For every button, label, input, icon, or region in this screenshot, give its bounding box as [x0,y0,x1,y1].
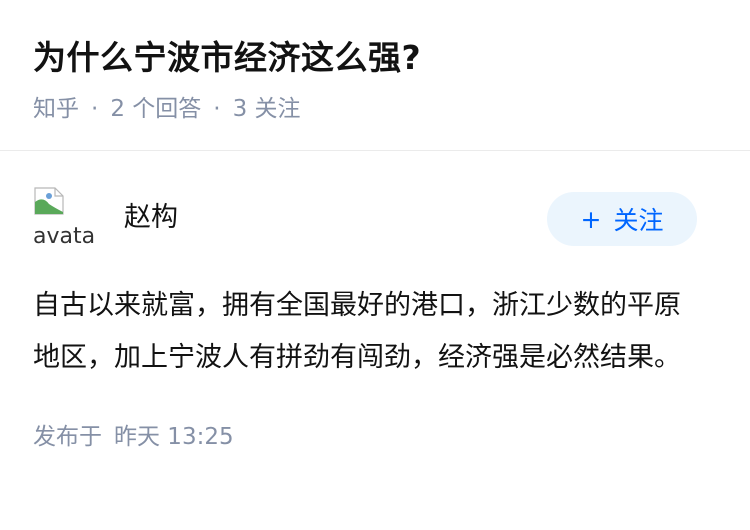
broken-image-icon [34,187,64,215]
question-header: 为什么宁波市经济这么强? 知乎 · 2 个回答 · 3 关注 [33,32,723,126]
avatar[interactable]: avatar [33,186,97,250]
plus-icon: + [580,204,602,234]
answer-count[interactable]: 2 个回答 [110,96,201,122]
follow-button-label: 关注 [613,206,664,235]
author-name[interactable]: 赵构 [124,198,178,238]
question-meta: 知乎 · 2 个回答 · 3 关注 [33,92,723,126]
follower-count[interactable]: 3 关注 [233,96,301,122]
author-row: avatar 赵构 + 关注 [33,186,723,250]
publish-prefix: 发布于 [33,424,102,450]
divider [0,150,750,151]
follow-button[interactable]: + 关注 [547,192,697,246]
question-title[interactable]: 为什么宁波市经济这么强? [33,32,723,84]
answer-content[interactable]: 自古以来就富，拥有全国最好的港口，浙江少数的平原地区，加上宁波人有拼劲有闯劲，经… [33,280,703,384]
answer-card: avatar 赵构 + 关注 自古以来就富，拥有全国最好的港口，浙江少数的平原地… [33,186,723,454]
source-label[interactable]: 知乎 [33,96,79,122]
avatar-alt-text: avatar [33,224,97,249]
publish-timestamp: 昨天 13:25 [114,424,234,450]
publish-time: 发布于 昨天 13:25 [33,420,723,454]
meta-separator: · [91,96,99,122]
meta-separator: · [213,96,221,122]
